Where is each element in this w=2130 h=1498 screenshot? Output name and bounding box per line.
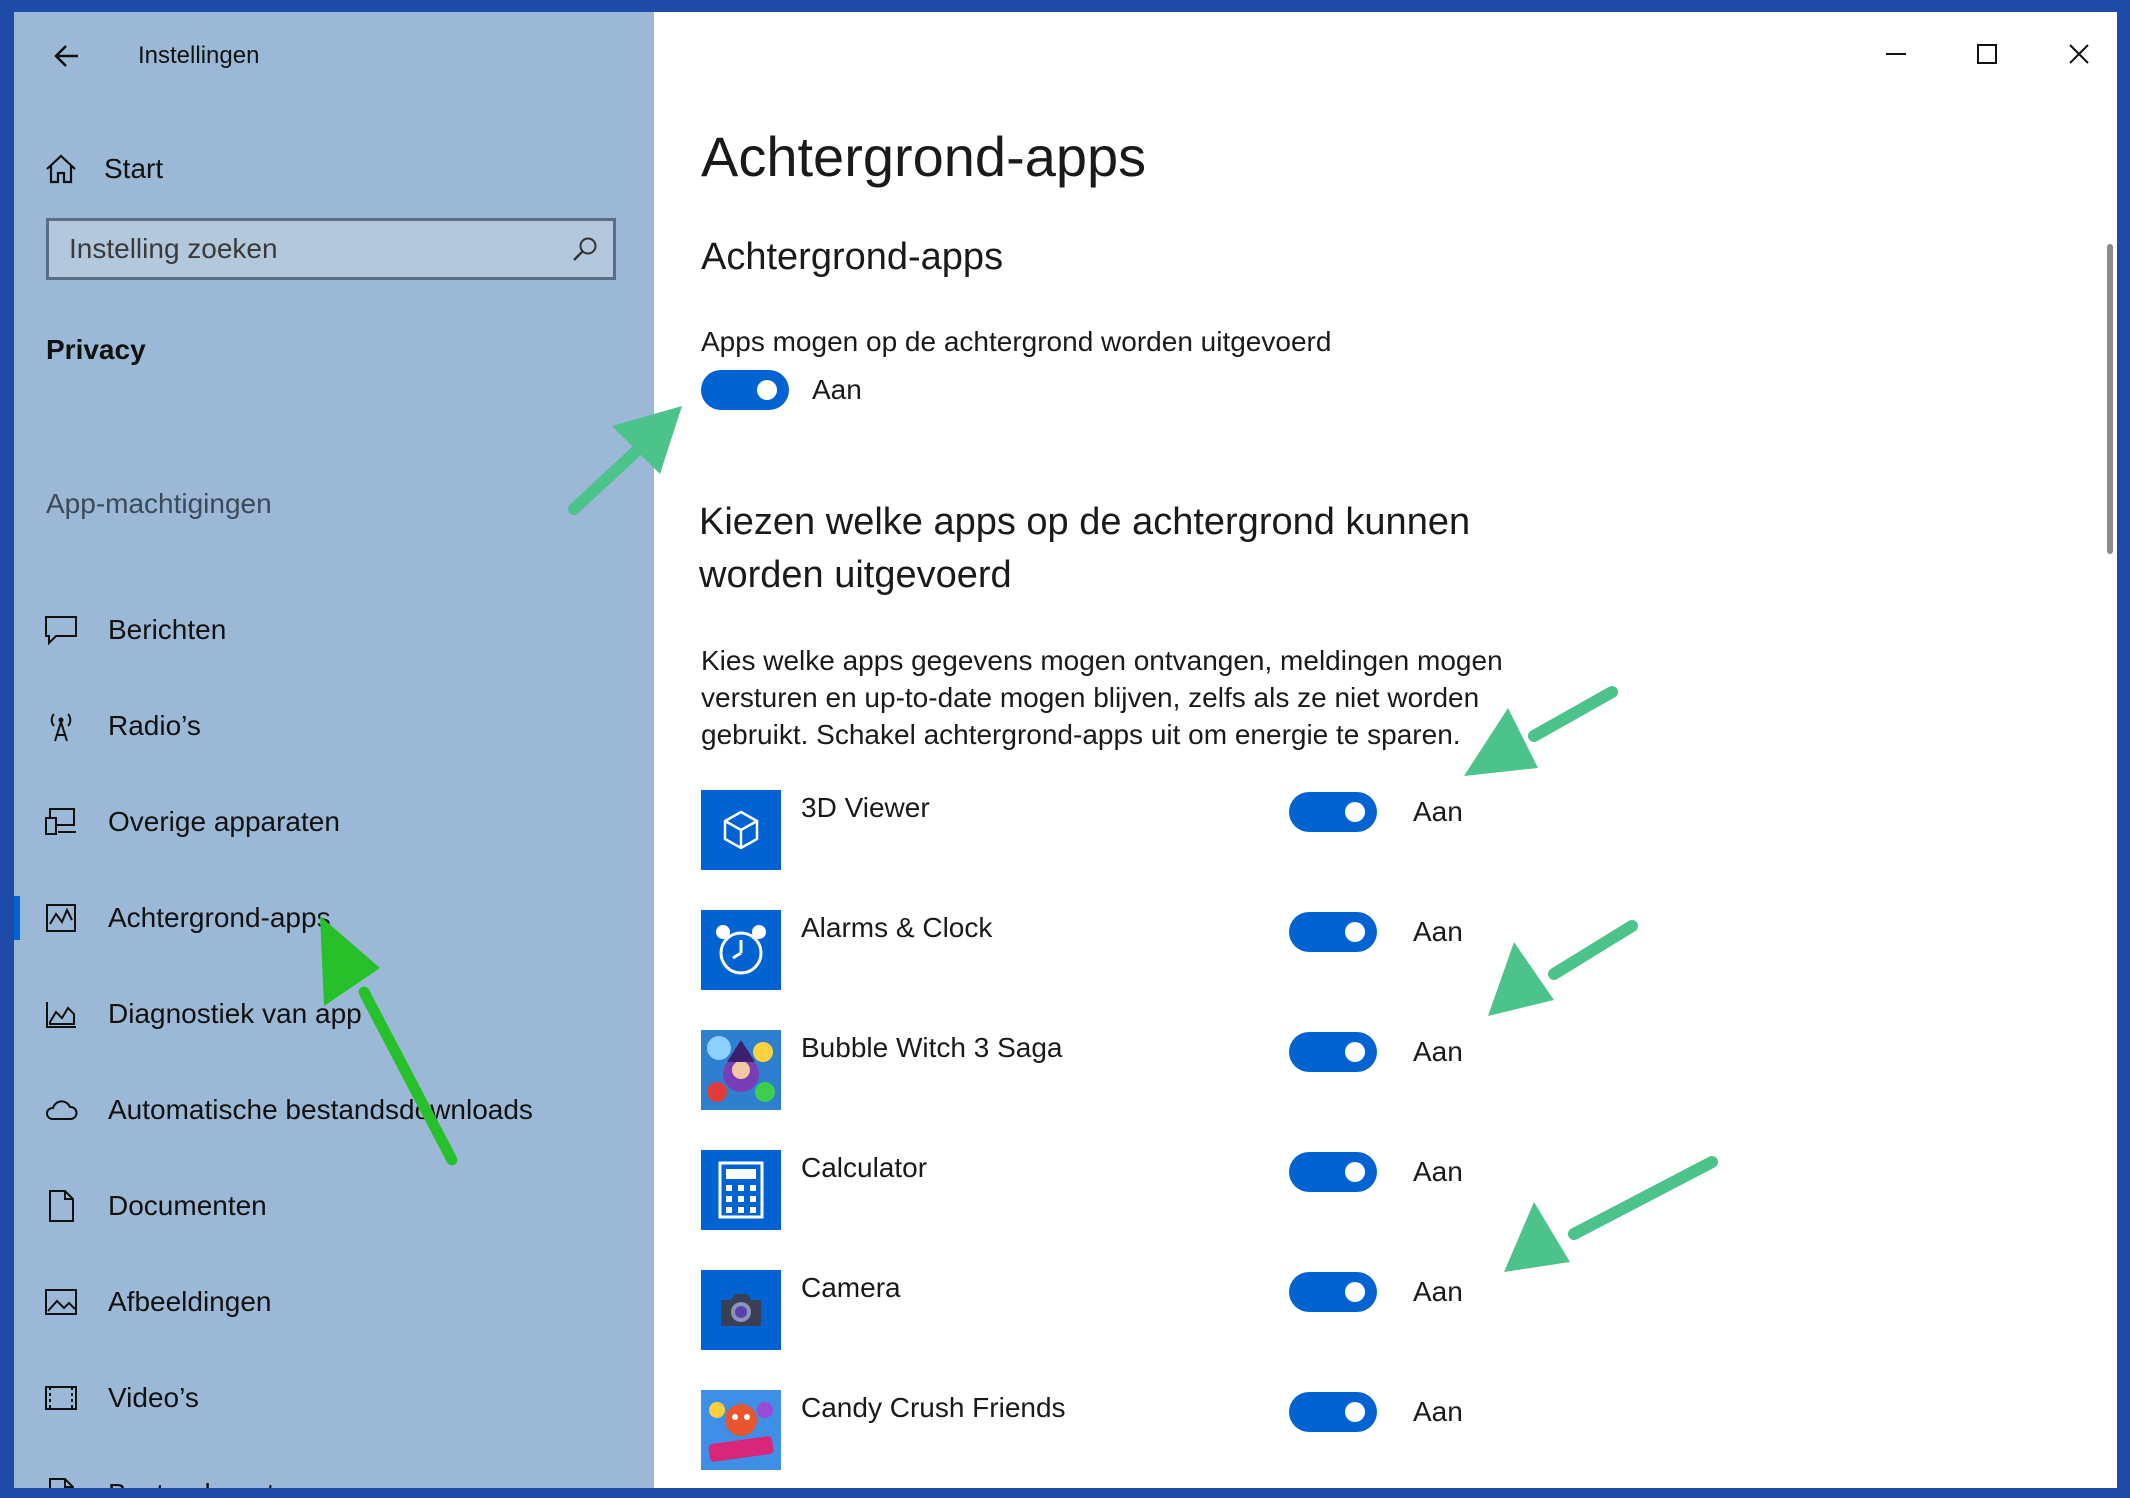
sidebar-item-overige-apparaten[interactable]: Overige apparaten bbox=[14, 774, 654, 870]
app-toggle-state: Aan bbox=[1413, 916, 1463, 947]
app-row-camera: Camera Aan bbox=[701, 1270, 1701, 1350]
sidebar-item-label: Video’s bbox=[108, 1382, 199, 1413]
sidebar-item-label: Overige apparaten bbox=[108, 806, 340, 837]
sidebar-item-berichten[interactable]: Berichten bbox=[14, 582, 654, 678]
toggle-knob bbox=[1345, 1042, 1365, 1062]
app-toggle-state: Aan bbox=[1413, 796, 1463, 827]
sidebar-item-label: Berichten bbox=[108, 614, 227, 645]
sidebar-item-label: Afbeeldingen bbox=[108, 1286, 272, 1317]
master-toggle[interactable] bbox=[701, 370, 789, 410]
section-title: Privacy bbox=[46, 334, 146, 365]
3d-viewer-icon bbox=[701, 790, 781, 870]
calculator-icon bbox=[701, 1150, 781, 1230]
picture-icon bbox=[44, 1285, 78, 1319]
app-toggle-state: Aan bbox=[1413, 1396, 1463, 1427]
search-icon bbox=[573, 237, 597, 261]
app-toggle[interactable] bbox=[1289, 1272, 1377, 1312]
master-toggle-caption: Apps mogen op de achtergrond worden uitg… bbox=[701, 326, 1332, 357]
app-toggle[interactable] bbox=[1289, 792, 1377, 832]
back-arrow-icon bbox=[54, 45, 78, 67]
sidebar-item-radios[interactable]: Radio’s bbox=[14, 678, 654, 774]
sidebar-item-bestandssysteem[interactable]: Bestandssysteem bbox=[14, 1446, 654, 1488]
document-icon bbox=[44, 1189, 78, 1223]
close-button[interactable] bbox=[2051, 30, 2107, 78]
sidebar-item-bestandsdownloads[interactable]: Automatische bestandsdownloads bbox=[14, 1062, 654, 1158]
sidebar-item-afbeeldingen[interactable]: Afbeeldingen bbox=[14, 1254, 654, 1350]
maximize-button[interactable] bbox=[1959, 30, 2015, 78]
app-toggle[interactable] bbox=[1289, 1392, 1377, 1432]
minimize-icon bbox=[1886, 53, 1906, 55]
app-toggle-state: Aan bbox=[1413, 1276, 1463, 1307]
toggle-knob bbox=[1345, 1282, 1365, 1302]
close-icon bbox=[2069, 44, 2089, 64]
sidebar-item-label: Radio’s bbox=[108, 710, 201, 741]
alarm-clock-icon bbox=[701, 910, 781, 990]
sidebar-item-documenten[interactable]: Documenten bbox=[14, 1158, 654, 1254]
group-label: App-machtigingen bbox=[46, 488, 272, 519]
sidebar-item-label: Diagnostiek van app bbox=[108, 998, 362, 1029]
app-row-candy-crush-friends: Candy Crush Friends Aan bbox=[701, 1390, 1701, 1470]
cloud-icon bbox=[44, 1093, 78, 1127]
settings-window: Instellingen Start Privacy App-machtigin… bbox=[14, 12, 2117, 1488]
app-name: Bubble Witch 3 Saga bbox=[801, 1032, 1063, 1063]
toggle-knob bbox=[1345, 1162, 1365, 1182]
master-toggle-state: Aan bbox=[812, 374, 862, 405]
search-input[interactable] bbox=[49, 221, 613, 277]
radio-antenna-icon bbox=[44, 709, 78, 743]
home-icon bbox=[46, 154, 76, 184]
choose-apps-description: Kies welke apps gegevens mogen ontvangen… bbox=[701, 645, 1503, 750]
message-icon bbox=[44, 613, 78, 647]
app-row-calculator: Calculator Aan bbox=[701, 1150, 1701, 1230]
app-name: Candy Crush Friends bbox=[801, 1392, 1066, 1423]
app-name: Camera bbox=[801, 1272, 901, 1303]
toggle-knob bbox=[1345, 922, 1365, 942]
section-subtitle: Achtergrond-apps bbox=[701, 236, 1004, 278]
back-button[interactable] bbox=[48, 38, 88, 74]
devices-icon bbox=[44, 805, 78, 839]
choose-apps-heading: Kiezen welke apps op de achtergrond kunn… bbox=[699, 501, 1471, 596]
app-toggle[interactable] bbox=[1289, 1152, 1377, 1192]
sidebar-item-diagnostiek[interactable]: Diagnostiek van app bbox=[14, 966, 654, 1062]
toggle-knob bbox=[757, 380, 777, 400]
search-box[interactable] bbox=[46, 218, 616, 280]
diagnostics-icon bbox=[44, 997, 78, 1031]
page-title: Achtergrond-apps bbox=[701, 125, 1147, 188]
sidebar-item-label: Automatische bestandsdownloads bbox=[108, 1094, 533, 1125]
app-row-bubble-witch: Bubble Witch 3 Saga Aan bbox=[701, 1030, 1701, 1110]
app-row-3d-viewer: 3D Viewer Aan bbox=[701, 790, 1701, 870]
maximize-icon bbox=[1977, 44, 1997, 64]
app-name: Alarms & Clock bbox=[801, 912, 993, 943]
video-icon bbox=[44, 1381, 78, 1415]
sidebar-item-achtergrond-apps[interactable]: Achtergrond-apps bbox=[14, 870, 654, 966]
candy-crush-friends-icon bbox=[701, 1390, 781, 1470]
toggle-knob bbox=[1345, 802, 1365, 822]
file-system-icon bbox=[44, 1477, 78, 1488]
app-toggle-state: Aan bbox=[1413, 1036, 1463, 1067]
sidebar-item-label: Documenten bbox=[108, 1190, 267, 1221]
bubble-witch-icon bbox=[701, 1030, 781, 1110]
app-title: Instellingen bbox=[138, 42, 260, 69]
background-apps-icon bbox=[44, 901, 78, 935]
app-toggle-state: Aan bbox=[1413, 1156, 1463, 1187]
nav-home-label: Start bbox=[104, 153, 164, 184]
app-name: 3D Viewer bbox=[801, 792, 930, 823]
camera-icon bbox=[701, 1270, 781, 1350]
app-name: Calculator bbox=[801, 1152, 928, 1183]
main-content: Achtergrond-apps Achtergrond-apps Apps m… bbox=[654, 12, 2117, 1488]
app-row-alarms-clock: Alarms & Clock Aan bbox=[701, 910, 1701, 990]
app-toggle[interactable] bbox=[1289, 1032, 1377, 1072]
nav-home[interactable]: Start bbox=[44, 144, 624, 194]
toggle-knob bbox=[1345, 1402, 1365, 1422]
scrollbar[interactable] bbox=[2107, 244, 2113, 554]
sidebar: Instellingen Start Privacy App-machtigin… bbox=[14, 12, 654, 1488]
sidebar-item-label: Bestandssysteem bbox=[108, 1478, 329, 1488]
sidebar-item-videos[interactable]: Video’s bbox=[14, 1350, 654, 1446]
sidebar-item-label: Achtergrond-apps bbox=[108, 902, 331, 933]
app-toggle[interactable] bbox=[1289, 912, 1377, 952]
nav-list: Berichten Radio’s Overige apparaten Acht… bbox=[14, 582, 654, 1488]
minimize-button[interactable] bbox=[1868, 30, 1924, 78]
